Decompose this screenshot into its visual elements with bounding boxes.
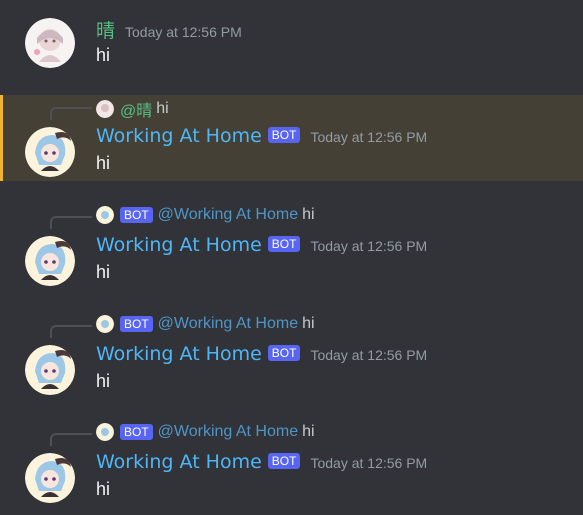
bot-avatar-icon[interactable] — [25, 453, 75, 503]
reply-mention[interactable]: @Working At Home — [158, 423, 298, 441]
message-content: hi — [96, 262, 111, 282]
message-highlighted: @晴 hi Working At Home BOT Today at 12:56… — [0, 95, 583, 181]
reply-text: hi — [302, 423, 315, 440]
username[interactable]: Working At Home — [96, 125, 262, 147]
username[interactable]: 晴 — [96, 16, 115, 43]
bot-tag: BOT — [120, 316, 153, 332]
bot-tag: BOT — [120, 207, 153, 223]
bot-tag: BOT — [267, 236, 301, 252]
reply-mention[interactable]: @晴 — [120, 97, 152, 121]
bot-tag: BOT — [267, 127, 301, 143]
reply-preview[interactable]: BOT @Working At Home hi — [96, 315, 315, 333]
username[interactable]: Working At Home — [96, 234, 262, 256]
reply-spine — [50, 325, 92, 338]
username[interactable]: Working At Home — [96, 343, 262, 365]
bot-avatar-icon[interactable] — [25, 345, 75, 395]
message-content: hi — [96, 371, 111, 391]
message: BOT @Working At Home hi Working At Home … — [0, 204, 583, 304]
username[interactable]: Working At Home — [96, 451, 262, 473]
timestamp[interactable]: Today at 12:56 PM — [310, 455, 427, 471]
message-content: hi — [96, 479, 111, 499]
message: BOT @Working At Home hi Working At Home … — [0, 421, 583, 515]
message: 晴 Today at 12:56 PM hi — [0, 0, 583, 88]
bot-tag: BOT — [120, 424, 153, 440]
bot-avatar-icon[interactable] — [25, 127, 75, 177]
user-avatar-icon[interactable] — [25, 18, 75, 68]
bot-tag: BOT — [267, 345, 301, 361]
message-content: hi — [96, 45, 111, 65]
reply-text: hi — [302, 315, 315, 332]
reply-spine — [50, 433, 92, 446]
reply-preview[interactable]: BOT @Working At Home hi — [96, 206, 315, 224]
reply-text: hi — [302, 206, 315, 223]
message: BOT @Working At Home hi Working At Home … — [0, 313, 583, 413]
bot-mini-avatar-icon — [96, 206, 114, 224]
timestamp[interactable]: Today at 12:56 PM — [310, 238, 427, 254]
reply-preview[interactable]: @晴 hi — [96, 97, 169, 121]
bot-mini-avatar-icon — [96, 315, 114, 333]
message-content: hi — [96, 153, 111, 173]
reply-preview[interactable]: BOT @Working At Home hi — [96, 423, 315, 441]
bot-mini-avatar-icon — [96, 423, 114, 441]
reply-spine — [50, 216, 92, 229]
user-mini-avatar-icon — [96, 100, 114, 118]
timestamp[interactable]: Today at 12:56 PM — [310, 129, 427, 145]
timestamp[interactable]: Today at 12:56 PM — [125, 24, 242, 40]
reply-mention[interactable]: @Working At Home — [158, 206, 298, 224]
timestamp[interactable]: Today at 12:56 PM — [310, 347, 427, 363]
bot-avatar-icon[interactable] — [25, 236, 75, 286]
reply-spine — [50, 107, 92, 120]
reply-mention[interactable]: @Working At Home — [158, 315, 298, 333]
reply-text: hi — [156, 100, 169, 117]
bot-tag: BOT — [267, 453, 301, 469]
